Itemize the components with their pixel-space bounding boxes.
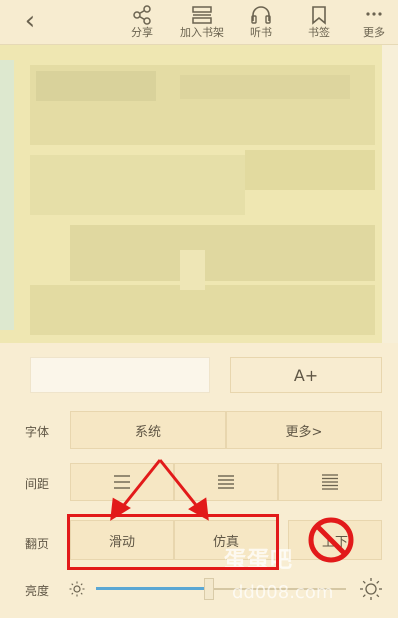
bookshelf-label: 加入书架	[180, 26, 224, 39]
blurred-text-block	[30, 155, 245, 215]
brightness-label: 亮度	[25, 584, 50, 598]
font-system-button[interactable]: 系统	[70, 411, 226, 449]
font-more-label: 更多>	[285, 424, 323, 440]
blurred-text-block	[180, 75, 350, 99]
watermark-url: dd008.com	[232, 582, 334, 603]
font-size-increase-label: A+	[293, 365, 319, 385]
share-icon	[133, 5, 151, 25]
sun-large-icon	[360, 578, 382, 600]
blurred-text-block	[36, 71, 156, 101]
blurred-text-block	[180, 250, 205, 290]
listen-button[interactable]: 听书	[233, 4, 289, 44]
spacing-narrow-icon	[322, 474, 338, 490]
font-more-button[interactable]: 更多>	[226, 411, 382, 449]
bookmark-label: 书签	[308, 26, 330, 39]
font-size-decrease-blurred[interactable]	[30, 357, 210, 393]
back-button[interactable]: ‹	[18, 6, 42, 36]
highlight-box	[67, 514, 279, 570]
page-turn-label: 翻页	[25, 537, 50, 551]
share-label: 分享	[131, 26, 153, 39]
more-label: 更多	[363, 26, 385, 39]
blurred-text-block	[30, 285, 375, 335]
brightness-slider-thumb[interactable]	[204, 578, 214, 600]
font-size-increase-button[interactable]: A+	[230, 357, 382, 393]
headphones-icon	[251, 6, 271, 24]
reading-area[interactable]	[0, 45, 398, 343]
reader-toolbar: ‹ 分享 加入书架 听书 书签 更多	[0, 0, 398, 45]
brightness-slider-fill	[96, 587, 209, 590]
blurred-text-block	[70, 225, 375, 281]
blurred-text-block	[245, 150, 375, 190]
page-edge	[382, 45, 398, 343]
bookmark-icon	[312, 6, 326, 25]
more-button[interactable]: 更多	[349, 4, 398, 44]
bookshelf-icon	[192, 6, 212, 24]
spacing-wide-icon	[114, 475, 130, 489]
spacing-medium-icon	[218, 475, 234, 489]
spacing-label: 间距	[25, 477, 50, 491]
page-edge	[0, 60, 14, 330]
font-system-label: 系统	[134, 424, 161, 440]
listen-label: 听书	[250, 26, 272, 39]
share-button[interactable]: 分享	[114, 4, 170, 44]
spacing-wide-button[interactable]	[70, 463, 174, 501]
spacing-narrow-button[interactable]	[278, 463, 382, 501]
sun-small-icon	[69, 581, 85, 597]
add-to-bookshelf-button[interactable]: 加入书架	[174, 4, 230, 44]
font-label: 字体	[25, 425, 50, 439]
more-dots-icon	[366, 12, 382, 16]
spacing-medium-button[interactable]	[174, 463, 278, 501]
chevron-left-icon: ‹	[24, 6, 36, 36]
page-turn-vertical-label: 上下	[321, 534, 348, 550]
page-turn-vertical-button[interactable]: 上下	[288, 520, 382, 560]
bookmark-button[interactable]: 书签	[291, 4, 347, 44]
